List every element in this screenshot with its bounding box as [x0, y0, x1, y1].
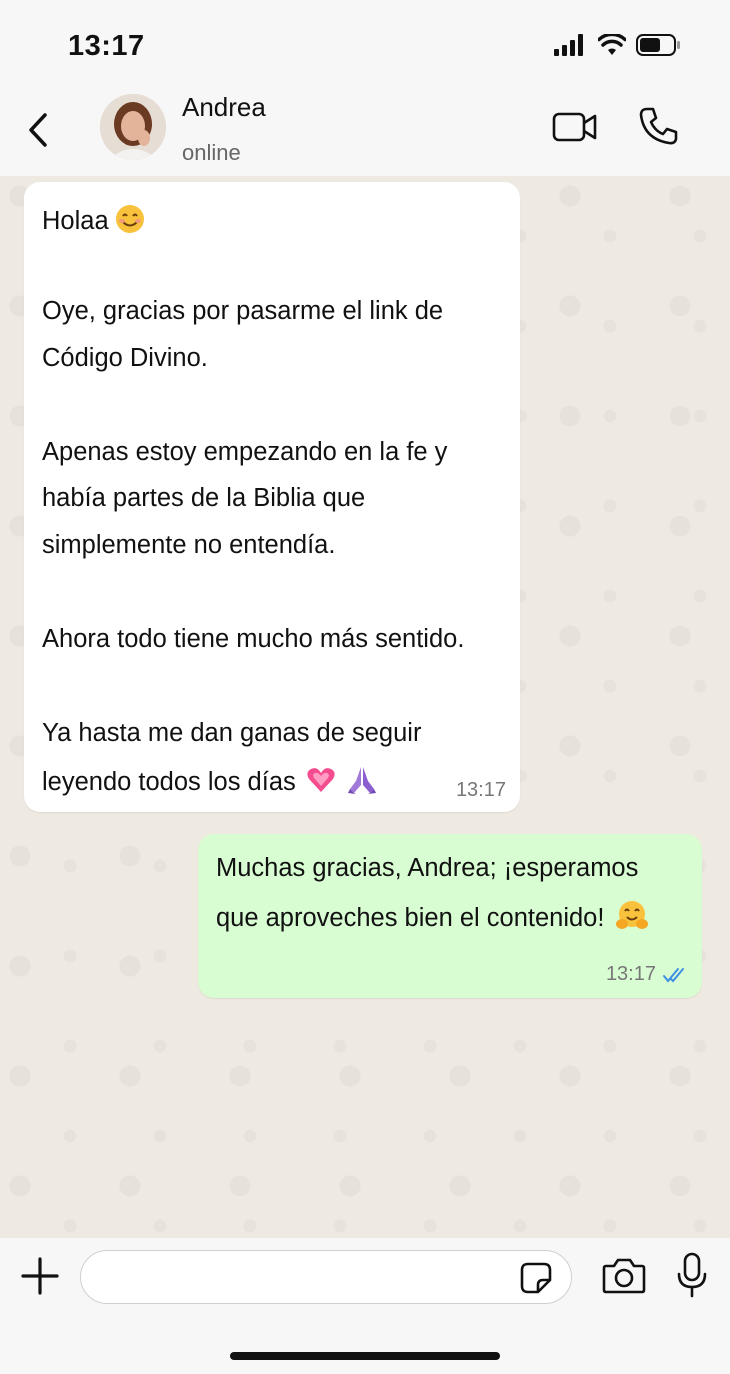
cellular-signal-icon — [554, 34, 583, 56]
camera-button[interactable] — [602, 1256, 646, 1296]
video-camera-icon — [552, 112, 597, 142]
hugging-face-icon — [616, 900, 649, 939]
status-bar: 13:17 — [0, 0, 730, 90]
message-line: Ahora todo tiene mucho más sentido. — [42, 625, 465, 653]
message-line: Ya hasta me dan ganas de seguir — [42, 719, 422, 747]
message-line: simplemente no entendía. — [42, 531, 336, 559]
double-check-icon — [663, 967, 684, 983]
status-time: 13:17 — [68, 30, 145, 62]
battery-icon — [636, 34, 680, 56]
home-indicator — [230, 1352, 500, 1360]
message-meta: 13:17 — [606, 963, 690, 986]
sticker-icon — [520, 1262, 552, 1294]
message-line: Apenas estoy empezando en la fe y — [42, 438, 448, 466]
status-icons — [554, 34, 680, 56]
sticker-button[interactable] — [519, 1261, 553, 1295]
contact-name[interactable]: Andrea — [182, 92, 266, 123]
composer — [0, 1238, 730, 1374]
phone-icon — [639, 107, 678, 145]
avatar[interactable] — [100, 94, 166, 160]
chat-area[interactable]: Holaa Oye, gracias por pasarme el link d… — [0, 176, 730, 1238]
chat-header: Andrea online — [0, 86, 730, 176]
avatar-photo — [100, 94, 166, 160]
message-line: que aproveches bien el contenido! — [216, 900, 649, 939]
attach-button[interactable] — [20, 1256, 60, 1296]
voice-call-button[interactable] — [638, 106, 678, 146]
folded-hands-icon — [346, 765, 378, 802]
message-input-box[interactable] — [80, 1250, 572, 1304]
sparkling-heart-icon — [306, 766, 336, 801]
message-line: Muchas gracias, Andrea; ¡esperamos — [216, 854, 639, 882]
back-chevron-icon — [29, 113, 47, 147]
message-line: había partes de la Biblia que — [42, 484, 366, 512]
message-time: 13:17 — [455, 779, 506, 801]
wifi-icon — [598, 34, 626, 55]
message-line: Holaa — [42, 204, 145, 241]
message-line: Código Divino. — [42, 344, 208, 372]
message-line: leyendo todos los días — [42, 765, 378, 802]
plus-icon — [21, 1257, 59, 1295]
microphone-icon — [677, 1252, 707, 1298]
message-time: 13:17 — [605, 963, 656, 985]
back-button[interactable] — [20, 108, 56, 152]
camera-icon — [602, 1258, 646, 1294]
contact-status: online — [182, 140, 241, 165]
message-line: Oye, gracias por pasarme el link de — [42, 297, 444, 325]
microphone-button[interactable] — [676, 1252, 708, 1298]
smiling-face-icon — [115, 204, 145, 241]
incoming-message[interactable]: Holaa Oye, gracias por pasarme el link d… — [24, 182, 520, 812]
outgoing-message[interactable]: Muchas gracias, Andrea; ¡esperamos que a… — [198, 834, 702, 998]
video-call-button[interactable] — [552, 110, 598, 144]
message-input[interactable] — [101, 1261, 515, 1295]
